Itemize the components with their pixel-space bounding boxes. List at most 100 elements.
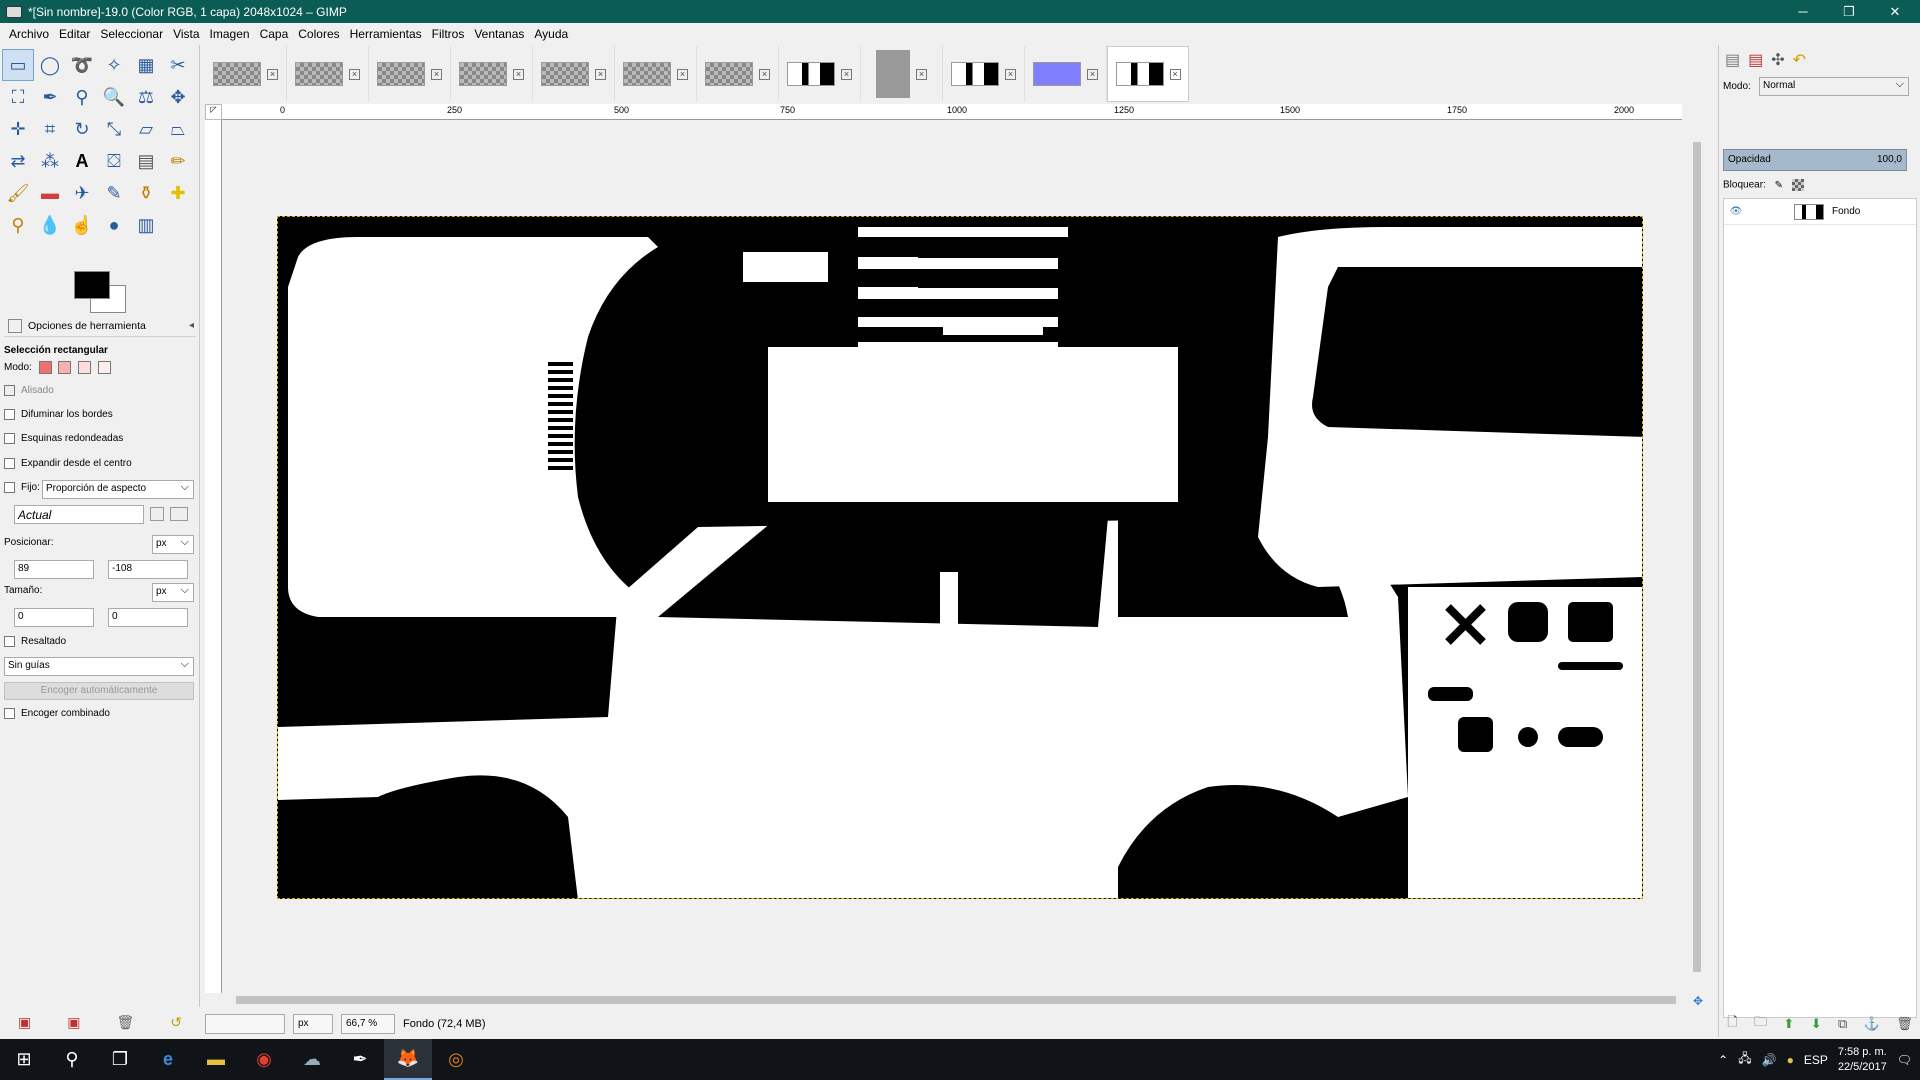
steam-icon[interactable]: ☁ (288, 1039, 336, 1080)
new-layer-icon[interactable]: 🗋 (1727, 1013, 1737, 1035)
menu-herramientas[interactable]: Herramientas (345, 27, 427, 41)
crop-tool-icon[interactable]: ⌗ (34, 113, 66, 145)
image-tab[interactable]: × (205, 46, 287, 102)
color-swatches[interactable] (70, 267, 130, 315)
foreground-color[interactable] (74, 271, 110, 299)
ink-tool-icon[interactable]: ✎ (98, 177, 130, 209)
image-tab[interactable]: × (287, 46, 369, 102)
align-tool-icon[interactable]: ✛ (2, 113, 34, 145)
color-picker-tool-icon[interactable]: ⚲ (66, 81, 98, 113)
close-icon[interactable]: × (1087, 68, 1098, 80)
blend-tool-icon[interactable]: ▤ (130, 145, 162, 177)
start-button-icon[interactable]: ⊞ (0, 1039, 48, 1080)
undo-history-tab-icon[interactable]: ↶ (1793, 50, 1806, 70)
volume-icon[interactable]: 🔊 (1762, 1053, 1777, 1067)
scissors-tool-icon[interactable]: ✂ (162, 49, 194, 81)
rounded-row[interactable]: Esquinas redondeadas (4, 433, 196, 444)
shear-tool-icon[interactable]: ▱ (130, 113, 162, 145)
position-x-input[interactable]: 89 (14, 560, 94, 579)
guides-dropdown[interactable]: Sin guías (4, 657, 194, 676)
close-icon[interactable]: × (1005, 68, 1016, 80)
cage-tool-icon[interactable]: ⁂ (34, 145, 66, 177)
shrink-merged-row[interactable]: Encoger combinado (4, 708, 196, 719)
scroll-thumb[interactable] (1693, 142, 1701, 972)
chrome-icon[interactable]: ◉ (240, 1039, 288, 1080)
perspective-clone-tool-icon[interactable]: ⚲ (2, 209, 34, 241)
clone-tool-icon[interactable]: ⚱ (130, 177, 162, 209)
mode-dropdown[interactable]: Normal (1759, 77, 1909, 96)
image-tab-active[interactable]: × (1107, 46, 1189, 102)
anchor-layer-icon[interactable]: ⚓ (1864, 1016, 1880, 1032)
close-icon[interactable]: × (677, 68, 688, 80)
close-button[interactable]: ✕ (1872, 0, 1918, 23)
mode-replace-icon[interactable] (38, 361, 52, 374)
menu-seleccionar[interactable]: Seleccionar (95, 27, 168, 41)
network-icon[interactable]: 🖧 (1738, 1049, 1751, 1070)
image-tab[interactable]: × (697, 46, 779, 102)
fuzzy-select-tool-icon[interactable]: ✧ (98, 49, 130, 81)
opacity-slider[interactable]: Opacidad 100,0 (1723, 149, 1907, 171)
vertical-scrollbar[interactable] (1691, 120, 1703, 993)
image-tab[interactable]: × (451, 46, 533, 102)
channels-tab-icon[interactable]: ▤ (1748, 50, 1763, 70)
mode-add-icon[interactable] (58, 361, 72, 374)
measure-tool-icon[interactable]: ⚖ (130, 81, 162, 113)
edge-browser-icon[interactable]: e (144, 1039, 192, 1080)
unit-dropdown[interactable]: px (293, 1014, 333, 1034)
reset-options-icon[interactable]: ↺ (170, 1014, 182, 1031)
duplicate-layer-icon[interactable]: ⧉ (1838, 1016, 1847, 1032)
fixed-dropdown[interactable]: Proporción de aspecto (42, 480, 194, 499)
smudge-tool-icon[interactable]: ☝ (66, 209, 98, 241)
paintbrush-tool-icon[interactable]: 🖌 (2, 177, 34, 209)
chevron-up-icon[interactable]: ⌃ (1718, 1053, 1728, 1067)
visibility-eye-icon[interactable]: 👁 (1724, 206, 1748, 217)
auto-shrink-button[interactable]: Encoger automáticamente (4, 682, 194, 700)
size-height-input[interactable]: 0 (108, 608, 188, 627)
search-icon[interactable]: ⚲ (48, 1039, 96, 1080)
scale-tool-icon[interactable]: ⤡ (98, 113, 130, 145)
text-tool-icon[interactable]: A (66, 145, 98, 177)
close-icon[interactable]: × (759, 68, 770, 80)
menu-imagen[interactable]: Imagen (205, 27, 255, 41)
delete-layer-icon[interactable]: 🗑 (1896, 1016, 1913, 1032)
move-tool-icon[interactable]: ✥ (162, 81, 194, 113)
airbrush-tool-icon[interactable]: ✈ (66, 177, 98, 209)
restore-options-icon[interactable]: ▣ (67, 1014, 80, 1031)
rect-select-tool-icon[interactable]: ▭ (2, 49, 34, 81)
layers-tab-icon[interactable]: ▤ (1725, 50, 1740, 70)
image-tab[interactable]: × (779, 46, 861, 102)
save-options-icon[interactable]: ▣ (18, 1014, 31, 1031)
size-width-input[interactable]: 0 (14, 608, 94, 627)
menu-capa[interactable]: Capa (255, 27, 294, 41)
rotate-tool-icon[interactable]: ↻ (66, 113, 98, 145)
new-group-icon[interactable]: 🗀 (1754, 1013, 1767, 1035)
menu-filtros[interactable]: Filtros (427, 27, 470, 41)
lower-layer-icon[interactable]: ⬇ (1811, 1016, 1822, 1032)
scroll-thumb[interactable] (236, 996, 1676, 1004)
zoom-dropdown[interactable]: 66,7 % (341, 1014, 395, 1034)
ellipse-select-tool-icon[interactable]: ◯ (34, 49, 66, 81)
bucket-fill-tool-icon[interactable]: ⛋ (98, 145, 130, 177)
panel-menu-icon[interactable]: ◂ (189, 320, 194, 331)
inkscape-icon[interactable]: ✒ (336, 1039, 384, 1080)
gimp-taskbar-icon[interactable]: 🦊 (384, 1039, 432, 1080)
layer-row[interactable]: 👁 Fondo (1724, 199, 1916, 225)
feather-row[interactable]: Difuminar los bordes (4, 409, 196, 420)
menu-ventanas[interactable]: Ventanas (469, 27, 529, 41)
ruler-corner-icon[interactable]: ◸ (205, 104, 222, 120)
image-canvas[interactable] (277, 216, 1643, 899)
image-tab[interactable]: × (533, 46, 615, 102)
position-y-input[interactable]: -108 (108, 560, 188, 579)
close-icon[interactable]: × (513, 68, 524, 80)
blur-tool-icon[interactable]: 💧 (34, 209, 66, 241)
image-tab[interactable]: × (1025, 46, 1107, 102)
levels-tool-icon[interactable]: ▥ (130, 209, 162, 241)
portrait-icon[interactable] (150, 507, 164, 521)
notifications-icon[interactable]: 🗨 (1897, 1053, 1912, 1067)
close-icon[interactable]: × (1169, 68, 1181, 80)
menu-ayuda[interactable]: Ayuda (529, 27, 573, 41)
horizontal-scrollbar[interactable] (222, 993, 1690, 1007)
close-icon[interactable]: × (349, 68, 360, 80)
flip-tool-icon[interactable]: ⇄ (2, 145, 34, 177)
position-unit-dropdown[interactable]: px (152, 535, 194, 554)
